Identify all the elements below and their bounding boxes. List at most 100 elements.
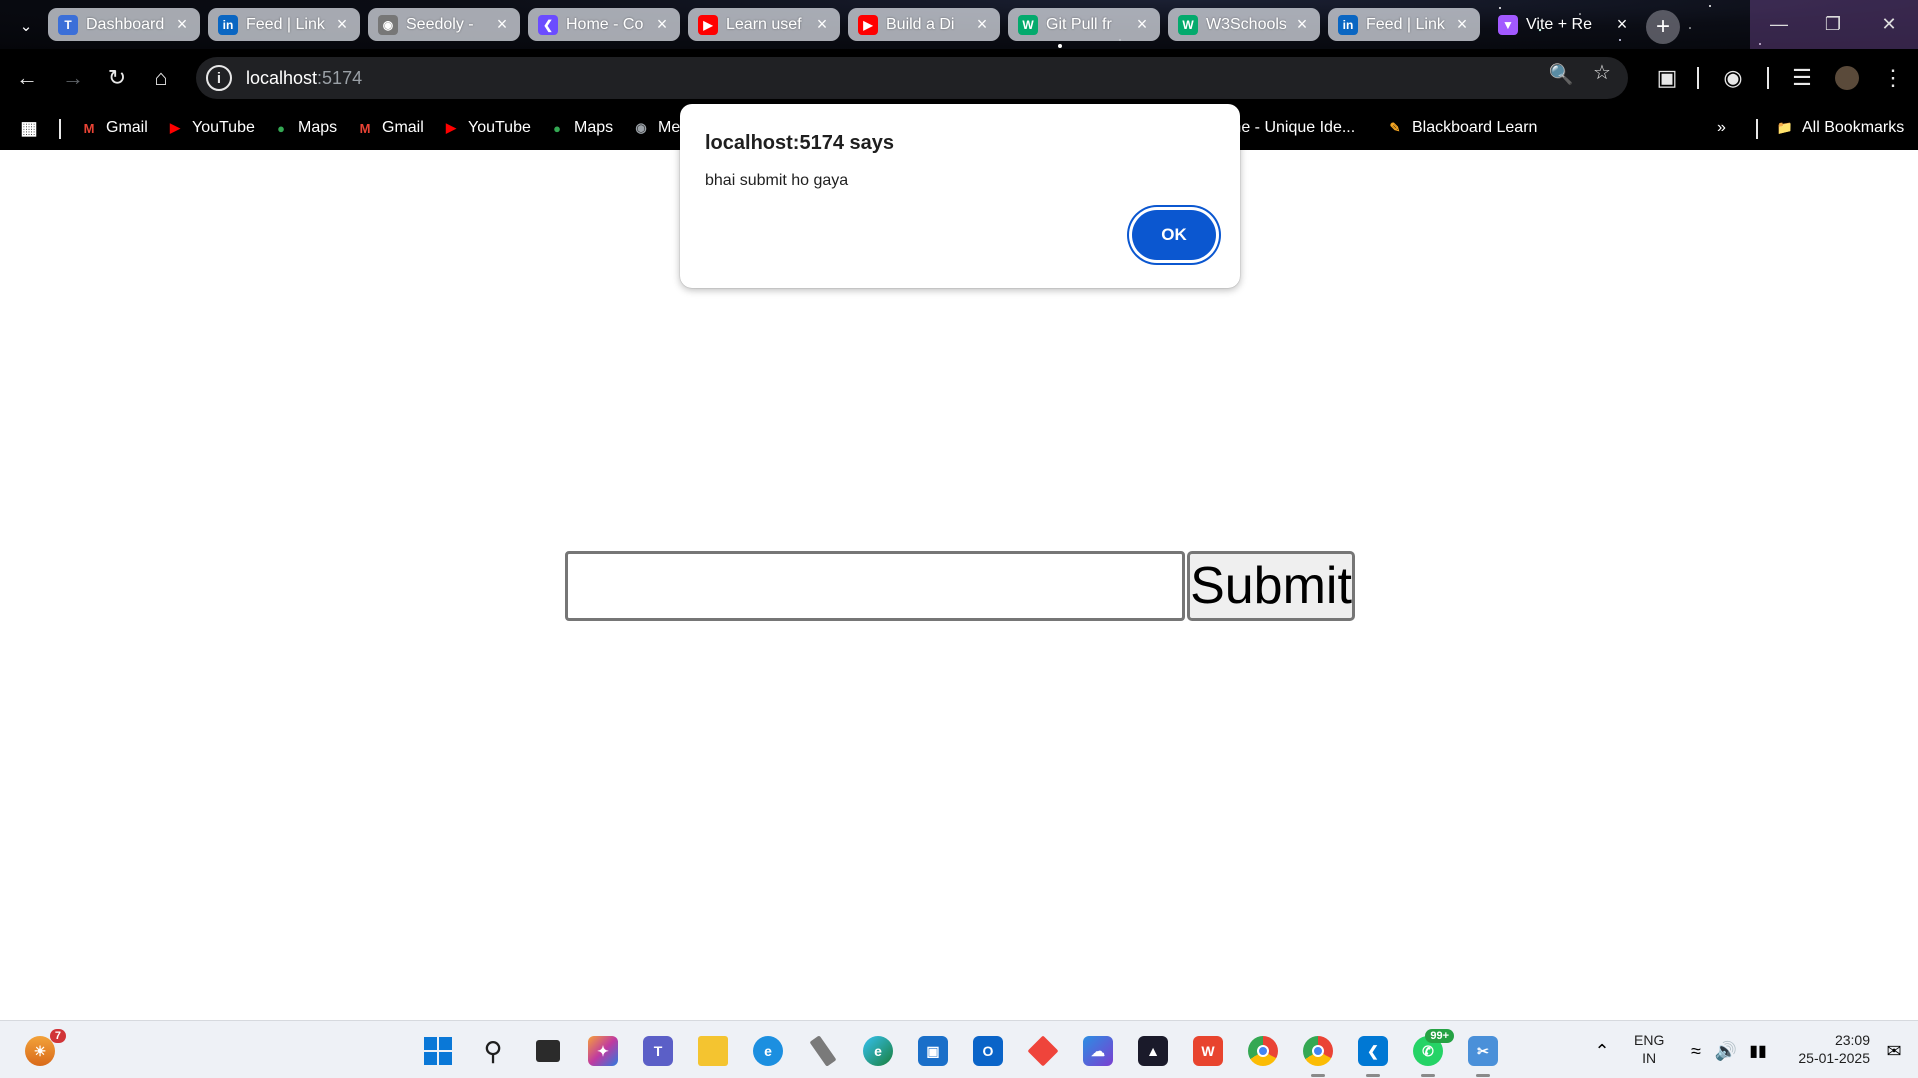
tab[interactable]: in Feed | Link × xyxy=(1328,8,1480,41)
reload-button[interactable]: ↻ xyxy=(100,61,134,95)
more-bookmarks-button[interactable]: » xyxy=(1717,115,1726,141)
m365-icon: ☁ xyxy=(1083,1036,1113,1066)
bookmark-item[interactable]: me - Unique Ide... xyxy=(1228,115,1355,141)
tab[interactable]: ▶ Build a Di × xyxy=(848,8,1000,41)
tab-close-icon[interactable]: × xyxy=(1614,14,1630,35)
tab-close-icon[interactable]: × xyxy=(1134,14,1150,35)
tab[interactable]: ❮ Home - Co × xyxy=(528,8,680,41)
teams-button[interactable]: T xyxy=(638,1031,678,1071)
tab[interactable]: W W3Schools × xyxy=(1168,8,1320,41)
edge-dev-button[interactable]: e xyxy=(748,1031,788,1071)
code-icon: ❮ xyxy=(538,14,558,35)
bookmark-star-icon[interactable]: ☆ xyxy=(1589,60,1615,85)
address-bar[interactable]: i localhost:5174 xyxy=(196,57,1628,99)
store-button[interactable]: ▣ xyxy=(913,1031,953,1071)
tab-close-icon[interactable]: × xyxy=(174,14,190,35)
file-explorer-button[interactable] xyxy=(693,1031,733,1071)
tab[interactable]: ▼ Vite + Re × xyxy=(1488,8,1640,41)
all-bookmarks-button[interactable]: 📁 All Bookmarks xyxy=(1776,115,1904,141)
battery-button[interactable]: ▮▮ xyxy=(1738,1031,1778,1071)
tab-close-icon[interactable]: × xyxy=(1294,14,1310,35)
tab-title: Feed | Link xyxy=(246,15,325,33)
dialog-title: localhost:5174 says xyxy=(705,132,894,154)
close-window-button[interactable]: ✕ xyxy=(1862,0,1916,49)
vscode-button[interactable]: ❮ xyxy=(1353,1031,1393,1077)
bookmark-item[interactable]: ● Maps xyxy=(272,115,337,141)
outlook-button[interactable]: O xyxy=(968,1031,1008,1071)
apps-button[interactable]: ▦ xyxy=(20,115,38,141)
task-view-button[interactable] xyxy=(528,1031,568,1071)
chrome-button[interactable] xyxy=(1243,1031,1283,1071)
tab[interactable]: ◉ Seedoly - × xyxy=(368,8,520,41)
bookmark-item[interactable]: M Gmail xyxy=(356,115,424,141)
clock[interactable]: 23:09 25-01-2025 xyxy=(1782,1031,1870,1067)
bookmark-label: Blackboard Learn xyxy=(1412,119,1538,136)
snipping-tool-button[interactable]: ✂ xyxy=(1463,1031,1503,1077)
tab[interactable]: ▶ Learn usef × xyxy=(688,8,840,41)
tab-search-button[interactable]: ⌄ xyxy=(10,10,42,42)
tab-strip: ⌄ T Dashboard × in Feed | Link × ◉ Seedoly - × ❮… xyxy=(0,0,1918,49)
arrow-left-icon: ← xyxy=(16,65,38,90)
tab-close-icon[interactable]: × xyxy=(334,14,350,35)
weather-icon: ☀ xyxy=(25,1036,55,1066)
zoom-icon[interactable]: 🔍 xyxy=(1548,62,1574,87)
m365-button[interactable]: ☁ xyxy=(1078,1031,1118,1071)
extensions-button[interactable]: ▣ xyxy=(1650,61,1684,95)
notifications-button[interactable]: ✉ xyxy=(1874,1031,1914,1071)
running-indicator xyxy=(1311,1074,1325,1077)
tab[interactable]: in Feed | Link × xyxy=(208,8,360,41)
language-indicator[interactable]: ENG IN xyxy=(1634,1031,1664,1067)
bookmark-item[interactable]: ▶ YouTube xyxy=(166,115,255,141)
youtube-icon: ▶ xyxy=(446,120,456,135)
tab-title: W3Schools xyxy=(1206,15,1286,33)
arrow-right-icon: → xyxy=(62,65,84,90)
bookmark-item[interactable]: ● Maps xyxy=(548,115,613,141)
show-hidden-icons-button[interactable]: ⌃ xyxy=(1582,1031,1622,1071)
maximize-button[interactable]: ❐ xyxy=(1806,0,1860,49)
bookmark-item[interactable]: ◉ Me xyxy=(632,115,680,141)
media-control-button[interactable]: ☰ xyxy=(1785,61,1819,95)
tab[interactable]: W Git Pull fr × xyxy=(1008,8,1160,41)
maps-icon: ● xyxy=(277,120,285,136)
w3schools-icon: W xyxy=(1018,14,1038,35)
store-icon: ▣ xyxy=(918,1036,948,1066)
edge-button[interactable]: e xyxy=(858,1031,898,1071)
ok-button[interactable]: OK xyxy=(1132,210,1216,260)
start-button[interactable] xyxy=(418,1031,458,1071)
tab-close-icon[interactable]: × xyxy=(654,14,670,35)
search-taskbar-button[interactable]: ⚲ xyxy=(473,1031,513,1071)
new-tab-button[interactable]: + xyxy=(1646,10,1680,44)
forward-button[interactable]: → xyxy=(56,61,90,95)
windows-logo-icon xyxy=(424,1037,452,1065)
minimize-button[interactable]: — xyxy=(1752,0,1806,49)
gmail-icon: M xyxy=(359,120,371,136)
tab[interactable]: T Dashboard × xyxy=(48,8,200,41)
whatsapp-button[interactable]: ✆ 99+ xyxy=(1408,1029,1454,1077)
copilot-button[interactable]: ✦ xyxy=(583,1031,623,1071)
bookmark-item[interactable]: ▶ YouTube xyxy=(442,115,531,141)
back-button[interactable]: ← xyxy=(10,61,44,95)
home-button[interactable]: ⌂ xyxy=(144,61,178,95)
close-icon: ✕ xyxy=(1881,14,1897,34)
screenshot-button[interactable]: ◉ xyxy=(1716,61,1750,95)
text-input[interactable] xyxy=(565,551,1185,621)
bookmark-item[interactable]: ✎ Blackboard Learn xyxy=(1386,115,1538,141)
tab-close-icon[interactable]: × xyxy=(814,14,830,35)
submit-button[interactable]: Submit xyxy=(1187,551,1355,621)
usb-tool-button[interactable] xyxy=(803,1031,843,1071)
weather-widget[interactable]: ☀ 7 xyxy=(20,1029,66,1071)
gmail-icon: M xyxy=(83,120,95,136)
chrome-profile-button[interactable] xyxy=(1298,1031,1338,1077)
tab-close-icon[interactable]: × xyxy=(974,14,990,35)
site-info-icon[interactable]: i xyxy=(206,65,232,91)
tab-close-icon[interactable]: × xyxy=(1454,14,1470,35)
anydesk-button[interactable] xyxy=(1023,1031,1063,1071)
profile-button[interactable] xyxy=(1830,61,1864,95)
menu-button[interactable]: ⋮ xyxy=(1876,61,1910,95)
tab-close-icon[interactable]: × xyxy=(494,14,510,35)
bookmark-item[interactable]: M Gmail xyxy=(80,115,148,141)
affinity-button[interactable]: ▲ xyxy=(1133,1031,1173,1071)
all-bookmarks-label: All Bookmarks xyxy=(1802,119,1905,136)
youtube-icon: ▶ xyxy=(170,120,180,135)
wps-button[interactable]: W xyxy=(1188,1031,1228,1071)
